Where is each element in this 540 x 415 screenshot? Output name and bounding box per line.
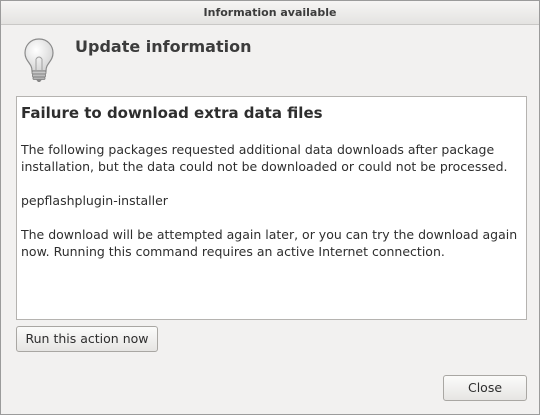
message-paragraph-1: The following packages requested additio… xyxy=(21,142,508,174)
message-heading: Failure to download extra data files xyxy=(21,104,323,122)
message-paragraph-2: The download will be attempted again lat… xyxy=(21,227,518,259)
lightbulb-icon xyxy=(23,37,55,83)
package-name: pepflashplugin-installer xyxy=(21,193,168,208)
window-title: Information available xyxy=(1,1,539,25)
dialog-title: Update information xyxy=(75,37,252,56)
close-button[interactable]: Close xyxy=(443,375,527,401)
dialog-window: Information available Update information xyxy=(0,0,540,415)
run-action-button[interactable]: Run this action now xyxy=(16,326,158,352)
dialog-header: Update information xyxy=(1,25,539,89)
message-textview[interactable]: Failure to download extra data files The… xyxy=(16,96,527,320)
